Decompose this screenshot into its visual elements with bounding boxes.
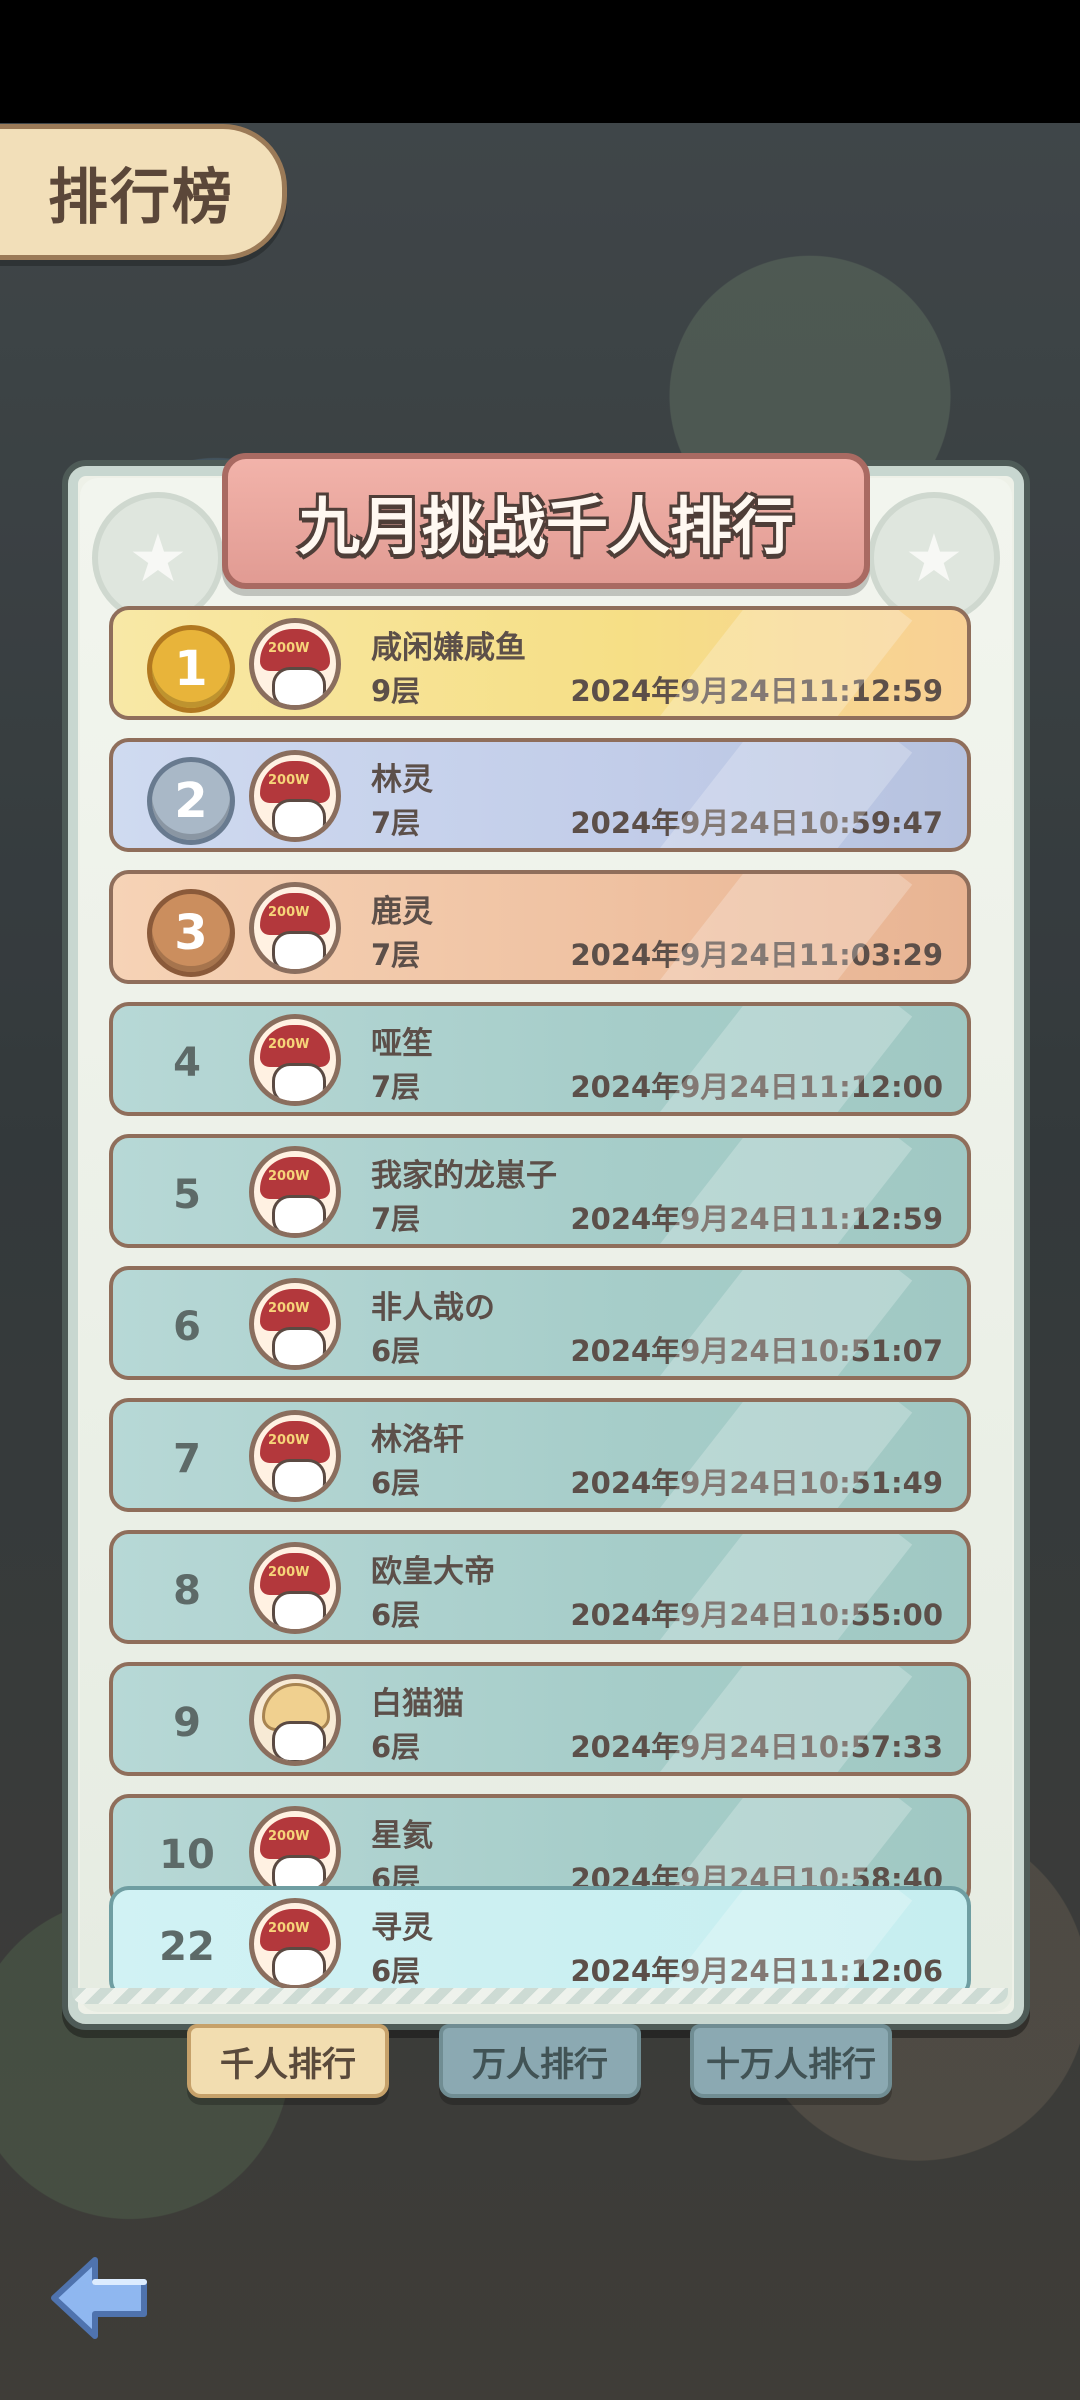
star-icon <box>868 492 1000 624</box>
player-time: 2024年9月24日10:51:07 <box>570 1334 943 1368</box>
rank-number: 22 <box>159 1924 215 1970</box>
avatar: 200W <box>249 1542 341 1634</box>
player-floor: 9层 <box>371 674 421 708</box>
player-time: 2024年9月24日10:59:47 <box>570 806 943 840</box>
tab-label: 千人排行 <box>220 2044 356 2085</box>
player-time: 2024年9月24日11:12:59 <box>570 1202 943 1236</box>
player-name: 鹿灵 <box>371 894 433 930</box>
ranking-list[interactable]: 1 200W 咸闲嫌咸鱼 9层 2024年9月24日11:12:59 2 200… <box>109 606 971 2014</box>
player-name: 哑笙 <box>371 1026 433 1062</box>
player-name: 寻灵 <box>371 1910 433 1946</box>
avatar: 200W <box>249 1898 341 1990</box>
rank-number: 7 <box>173 1436 201 1482</box>
rank-medal-bronze: 3 <box>147 889 235 977</box>
ranking-panel-title: 九月挑战千人排行 <box>222 453 870 589</box>
player-floor: 7层 <box>371 938 421 972</box>
leaderboard-title: 排行榜 <box>48 162 234 233</box>
ranking-row[interactable]: 5 200W 我家的龙崽子 7层 2024年9月24日11:12:59 <box>109 1134 971 1248</box>
avatar: 200W <box>249 1806 341 1898</box>
tab-thousand-rank[interactable]: 千人排行 <box>187 2024 389 2098</box>
avatar: 200W <box>249 1278 341 1370</box>
avatar: 200W <box>249 750 341 842</box>
player-time: 2024年9月24日10:57:33 <box>570 1730 943 1764</box>
ranking-row[interactable]: 4 200W 哑笙 7层 2024年9月24日11:12:00 <box>109 1002 971 1116</box>
player-name: 林洛轩 <box>371 1422 464 1458</box>
player-floor: 6层 <box>371 1730 421 1764</box>
player-time: 2024年9月24日11:12:06 <box>570 1954 943 1988</box>
my-rank-row[interactable]: 22 200W 寻灵 6层 2024年9月24日11:12:06 <box>109 1886 971 2000</box>
rank-number: 2 <box>174 773 208 829</box>
player-floor: 6层 <box>371 1598 421 1632</box>
rank-number: 4 <box>173 1040 201 1086</box>
rank-number: 1 <box>174 641 208 697</box>
player-time: 2024年9月24日10:51:49 <box>570 1466 943 1500</box>
rank-medal-gold: 1 <box>147 625 235 713</box>
back-button[interactable] <box>40 2248 158 2348</box>
rank-number: 3 <box>174 905 208 961</box>
player-floor: 6层 <box>371 1334 421 1368</box>
player-time: 2024年9月24日11:03:29 <box>570 938 943 972</box>
player-name: 非人哉の <box>371 1290 495 1326</box>
rank-number: 8 <box>173 1568 201 1614</box>
rank-medal-silver: 2 <box>147 757 235 845</box>
ranking-row[interactable]: 1 200W 咸闲嫌咸鱼 9层 2024年9月24日11:12:59 <box>109 606 971 720</box>
tab-hundred-thousand-rank[interactable]: 十万人排行 <box>690 2024 892 2098</box>
player-floor: 6层 <box>371 1954 421 1988</box>
ranking-row[interactable]: 9 白猫猫 6层 2024年9月24日10:57:33 <box>109 1662 971 1776</box>
ranking-panel-title-text: 九月挑战千人排行 <box>297 490 794 563</box>
avatar: 200W <box>249 1014 341 1106</box>
player-floor: 6层 <box>371 1466 421 1500</box>
player-floor: 7层 <box>371 806 421 840</box>
star-icon <box>92 492 224 624</box>
player-name: 林灵 <box>371 762 433 798</box>
avatar: 200W <box>249 1410 341 1502</box>
player-floor: 7层 <box>371 1070 421 1104</box>
avatar: 200W <box>249 1146 341 1238</box>
ranking-row[interactable]: 7 200W 林洛轩 6层 2024年9月24日10:51:49 <box>109 1398 971 1512</box>
ranking-row[interactable]: 2 200W 林灵 7层 2024年9月24日10:59:47 <box>109 738 971 852</box>
ranking-row[interactable]: 8 200W 欧皇大帝 6层 2024年9月24日10:55:00 <box>109 1530 971 1644</box>
player-time: 2024年9月24日10:55:00 <box>570 1598 943 1632</box>
player-time: 2024年9月24日11:12:59 <box>570 674 943 708</box>
player-name: 欧皇大帝 <box>371 1554 495 1590</box>
avatar: 200W <box>249 882 341 974</box>
player-floor: 7层 <box>371 1202 421 1236</box>
avatar: 200W <box>249 618 341 710</box>
rank-number: 6 <box>173 1304 201 1350</box>
ranking-row[interactable]: 6 200W 非人哉の 6层 2024年9月24日10:51:07 <box>109 1266 971 1380</box>
player-name: 我家的龙崽子 <box>371 1158 557 1194</box>
rank-number: 9 <box>173 1700 201 1746</box>
avatar <box>249 1674 341 1766</box>
rank-number: 5 <box>173 1172 201 1218</box>
ranking-row[interactable]: 3 200W 鹿灵 7层 2024年9月24日11:03:29 <box>109 870 971 984</box>
player-name: 咸闲嫌咸鱼 <box>371 630 526 666</box>
back-arrow-icon <box>51 2257 147 2339</box>
panel-bottom-strip <box>72 1988 1008 2004</box>
leaderboard-title-tab: 排行榜 <box>0 124 287 260</box>
tab-label: 万人排行 <box>472 2044 608 2085</box>
player-name: 星氦 <box>371 1818 433 1854</box>
tab-label: 十万人排行 <box>706 2044 876 2085</box>
player-time: 2024年9月24日11:12:00 <box>570 1070 943 1104</box>
player-name: 白猫猫 <box>371 1686 464 1722</box>
tab-ten-thousand-rank[interactable]: 万人排行 <box>439 2024 641 2098</box>
